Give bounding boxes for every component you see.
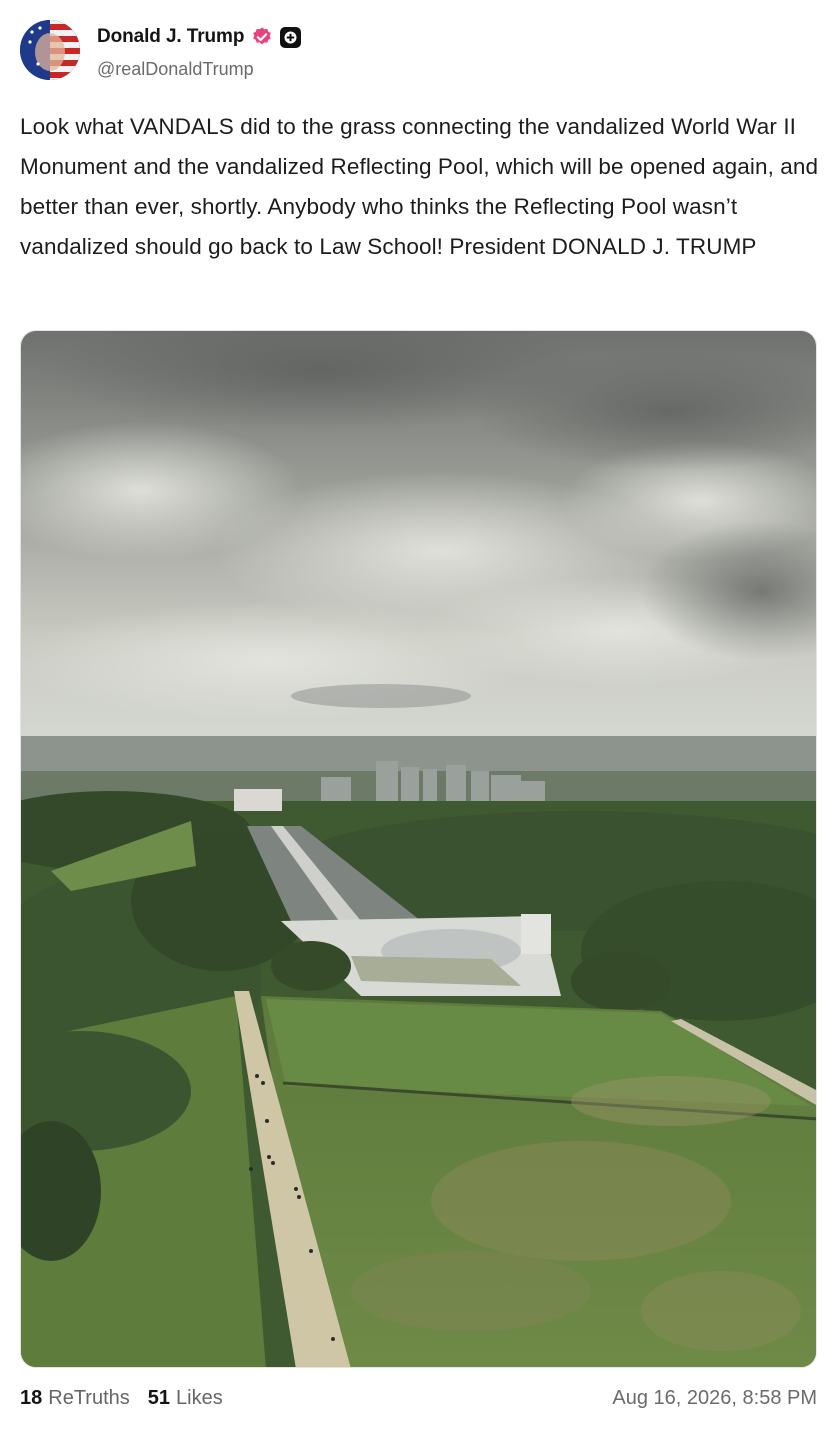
post-text: Look what VANDALS did to the grass conne…	[20, 114, 819, 259]
post-footer: 18 ReTruths 51 Likes Aug 16, 2026, 8:58 …	[20, 1383, 817, 1413]
retruths-count: 18	[20, 1386, 43, 1409]
avatar-image	[20, 20, 80, 80]
post-timestamp[interactable]: Aug 16, 2026, 8:58 PM	[612, 1387, 817, 1410]
national-mall-aerial-photo	[21, 331, 816, 1367]
author-name[interactable]: Donald J. Trump	[97, 26, 244, 48]
verified-badge-icon	[253, 27, 272, 45]
post-header: Donald J. Trump @realDonaldTrump	[20, 18, 820, 84]
likes-label: Likes	[176, 1386, 223, 1409]
post-image[interactable]	[20, 330, 817, 1368]
likes-count: 51	[147, 1386, 171, 1409]
retruths-stat[interactable]: 18 ReTruths	[20, 1387, 130, 1410]
likes-stat[interactable]: 51 Likes	[148, 1387, 223, 1410]
plus-badge-icon	[280, 26, 302, 48]
retruths-label: ReTruths	[48, 1386, 130, 1409]
author-handle[interactable]: @realDonaldTrump	[97, 59, 254, 80]
avatar[interactable]	[20, 20, 80, 80]
